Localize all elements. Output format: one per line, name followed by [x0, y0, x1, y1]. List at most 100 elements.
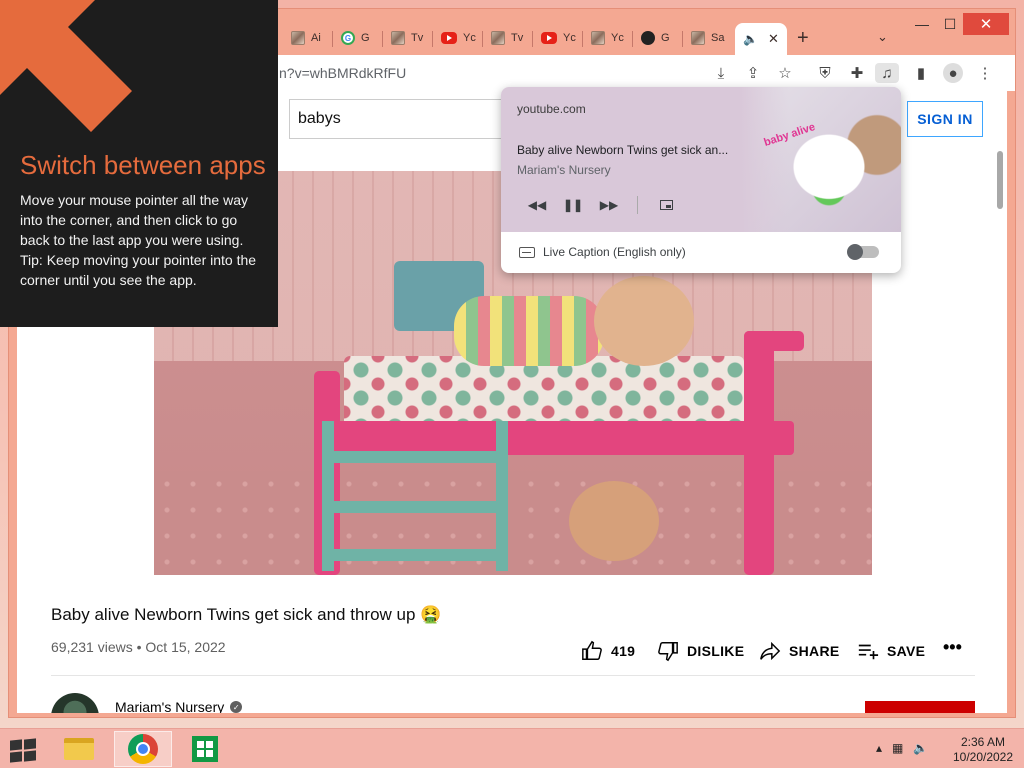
- tab-5[interactable]: Tv: [483, 23, 533, 53]
- corner-arrow-icon: [0, 0, 132, 132]
- tab-9[interactable]: Sa: [683, 23, 733, 53]
- dislike-button[interactable]: DISLIKE: [657, 640, 744, 662]
- chevron-down-icon[interactable]: ⌄: [877, 29, 888, 45]
- photo-favicon-icon: [691, 31, 705, 45]
- extensions-puzzle-icon[interactable]: ✚: [847, 63, 867, 83]
- store-taskbar-button[interactable]: [176, 731, 234, 767]
- clock[interactable]: 2:36 AM 10/20/2022: [948, 735, 1018, 765]
- toggle-knob[interactable]: [847, 244, 863, 260]
- picture-in-picture-icon[interactable]: [648, 195, 684, 215]
- tray-chevron-icon[interactable]: ▴: [876, 741, 882, 755]
- sign-in-button[interactable]: SIGN IN: [907, 101, 983, 137]
- github-favicon-icon: [641, 31, 655, 45]
- search-input[interactable]: babys: [289, 99, 519, 139]
- photo-favicon-icon: [291, 31, 305, 45]
- playlist-add-icon: [858, 644, 879, 660]
- share-label: SHARE: [789, 643, 840, 659]
- tab-label: Yc: [463, 32, 476, 44]
- pause-icon[interactable]: ❚❚: [555, 195, 591, 215]
- seek-forward-icon[interactable]: ▶▶: [591, 195, 627, 215]
- volume-icon[interactable]: 🔈: [913, 741, 928, 755]
- save-label: SAVE: [887, 643, 926, 659]
- system-tray: ▴ ▦ 🔈: [876, 741, 928, 755]
- profile-avatar-icon[interactable]: ●: [943, 63, 963, 83]
- install-icon[interactable]: ⤓: [711, 63, 731, 83]
- close-button[interactable]: ✕: [963, 13, 1009, 35]
- channel-name-text[interactable]: Mariam's Nursery: [115, 699, 224, 713]
- media-origin: youtube.com: [517, 102, 586, 116]
- more-actions-button[interactable]: •••: [943, 637, 962, 658]
- media-artwork: [741, 87, 901, 232]
- new-tab-button[interactable]: +: [797, 27, 809, 50]
- tab-4[interactable]: Yc: [433, 23, 483, 53]
- youtube-favicon-icon: [441, 32, 457, 44]
- view-count: 69,231 views • Oct 15, 2022: [51, 639, 226, 655]
- scrollbar-thumb[interactable]: [997, 151, 1003, 209]
- hint-body: Move your mouse pointer all the way into…: [20, 190, 265, 290]
- channel-avatar[interactable]: [51, 693, 99, 713]
- clock-date: 10/20/2022: [952, 750, 1014, 764]
- like-count: 419: [611, 643, 636, 659]
- tab-label: G: [661, 32, 670, 44]
- chrome-icon: [128, 734, 158, 764]
- tab-1[interactable]: Ai: [283, 23, 333, 53]
- channel-name[interactable]: Mariam's Nursery ✓: [115, 699, 243, 713]
- photo-favicon-icon: [591, 31, 605, 45]
- share-button[interactable]: SHARE: [759, 640, 840, 662]
- dislike-label: DISLIKE: [687, 643, 745, 659]
- menu-kebab-icon[interactable]: ⋮: [975, 63, 995, 83]
- folder-icon: [64, 738, 94, 760]
- tab-label: Yc: [563, 32, 576, 44]
- seek-backward-icon[interactable]: ◀◀: [519, 195, 555, 215]
- live-caption-row: Live Caption (English only): [519, 245, 686, 259]
- file-explorer-button[interactable]: [50, 731, 108, 767]
- thumbs-up-icon: [582, 640, 602, 660]
- media-control-icon[interactable]: ♫: [875, 63, 899, 83]
- taskbar: ▴ ▦ 🔈 2:36 AM 10/20/2022: [0, 728, 1024, 768]
- switch-apps-hint: Switch between apps Move your mouse poin…: [0, 0, 278, 327]
- tab-8[interactable]: G: [633, 23, 683, 53]
- save-button[interactable]: SAVE: [857, 640, 925, 662]
- youtube-favicon-icon: [541, 32, 557, 44]
- divider: [51, 675, 975, 676]
- like-button[interactable]: 419: [581, 640, 635, 662]
- thumbs-down-icon: [658, 642, 678, 662]
- photo-favicon-icon: [491, 31, 505, 45]
- close-tab-icon[interactable]: ✕: [768, 31, 779, 47]
- media-controls-popup: baby alive youtube.com Baby alive Newbor…: [501, 87, 901, 273]
- hint-tip: Tip: Keep moving your pointer into the c…: [20, 252, 257, 288]
- tab-label: Ai: [311, 32, 321, 44]
- bookmark-star-icon[interactable]: ☆: [775, 63, 795, 83]
- tab-label: Tv: [411, 32, 424, 44]
- windows-start-icon[interactable]: [10, 738, 38, 763]
- tab-2[interactable]: GG: [333, 23, 383, 53]
- speaker-icon[interactable]: 🔈: [743, 32, 758, 46]
- hint-text: Move your mouse pointer all the way into…: [20, 192, 248, 248]
- store-icon: [192, 736, 218, 762]
- extension-shield-icon[interactable]: ⛨: [815, 63, 835, 83]
- address-bar[interactable]: n?v=whBMRdkRfFU: [279, 65, 406, 81]
- share-arrow-icon: [760, 641, 781, 661]
- tab-6[interactable]: Yc: [533, 23, 583, 53]
- tab-3[interactable]: Tv: [383, 23, 433, 53]
- closed-caption-icon: [519, 246, 535, 258]
- verified-check-icon: ✓: [230, 701, 243, 713]
- chrome-taskbar-button[interactable]: [114, 731, 172, 767]
- maximize-button[interactable]: ☐: [935, 13, 965, 35]
- network-icon[interactable]: ▦: [892, 741, 903, 755]
- google-favicon-icon: G: [341, 31, 355, 45]
- hint-title: Switch between apps: [20, 150, 266, 180]
- tab-active[interactable]: 🔈 ✕: [735, 23, 787, 55]
- clock-time: 2:36 AM: [960, 735, 1006, 749]
- live-caption-label: Live Caption (English only): [543, 245, 686, 259]
- minimize-button[interactable]: —: [907, 13, 937, 35]
- side-panel-icon[interactable]: ▮: [911, 63, 931, 83]
- share-icon[interactable]: ⇪: [743, 63, 763, 83]
- tab-label: Tv: [511, 32, 524, 44]
- tab-label: Yc: [611, 32, 624, 44]
- video-title: Baby alive Newborn Twins get sick and th…: [51, 605, 442, 624]
- tab-7[interactable]: Yc: [583, 23, 633, 53]
- tab-label: Sa: [711, 32, 725, 44]
- subscribe-button[interactable]: SUBSCRIBE: [865, 701, 975, 713]
- tab-label: G: [361, 32, 370, 44]
